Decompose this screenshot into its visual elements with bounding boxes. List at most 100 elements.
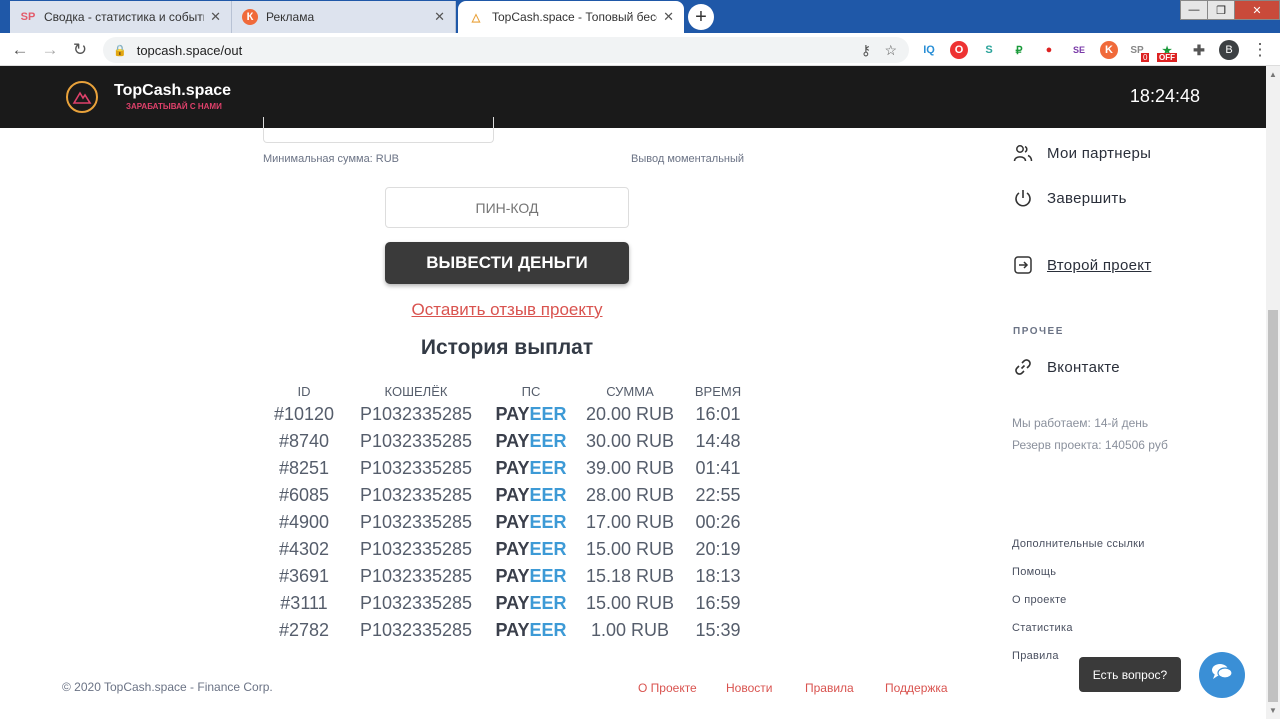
payeer-logo-part: PAY xyxy=(495,404,530,424)
forward-icon[interactable]: → xyxy=(38,38,62,62)
column-header-wallet: КОШЕЛЁК xyxy=(384,384,448,399)
payeer-logo: PAYEER xyxy=(494,566,568,587)
cell-sum: 15.18 RUB xyxy=(585,566,675,586)
column-header-ps: ПС xyxy=(521,384,541,399)
payeer-logo: PAYEER xyxy=(494,431,568,452)
payeer-logo-part: PAY xyxy=(495,512,530,532)
payeer-logo-part: PAY xyxy=(495,485,530,505)
cell-sum: 30.00 RUB xyxy=(585,431,675,451)
reload-icon[interactable]: ↻ xyxy=(68,38,92,62)
withdraw-button[interactable]: ВЫВЕСТИ ДЕНЬГИ xyxy=(385,242,629,284)
amount-field[interactable] xyxy=(263,117,494,143)
cell-id: #10120 xyxy=(273,404,335,424)
back-icon[interactable]: ← xyxy=(8,38,32,62)
close-icon[interactable]: ✕ xyxy=(210,9,221,25)
site-header: TopCash.space ЗАРАБАТЫВАЙ С НАМИ 18:24:4… xyxy=(0,66,1266,128)
sidebar-link-rules[interactable]: Правила xyxy=(1012,650,1059,662)
menu-kebab-icon[interactable]: ⋮ xyxy=(1248,38,1272,62)
footer-link-about[interactable]: О Проекте xyxy=(638,681,697,695)
star-icon[interactable]: ☆ xyxy=(884,42,897,59)
footer-link-support[interactable]: Поддержка xyxy=(885,681,948,695)
table-row: #6085 P1032335285 PAYEER 28.00 RUB 22:55 xyxy=(0,485,1000,512)
sidebar-link-about[interactable]: О проекте xyxy=(1012,594,1067,606)
sp-badge: 0 xyxy=(1141,53,1150,62)
logo-icon[interactable] xyxy=(66,81,98,113)
close-icon[interactable]: ✕ xyxy=(434,9,445,25)
payeer-logo-part: EER xyxy=(529,458,567,478)
close-icon[interactable]: ✕ xyxy=(663,9,674,25)
tab-reklama[interactable]: К Реклама ✕ xyxy=(232,1,456,33)
url-text: topcash.space/out xyxy=(136,42,243,58)
column-header-sum: СУММА xyxy=(606,384,654,399)
payeer-logo: PAYEER xyxy=(494,593,568,614)
payeer-logo-part: EER xyxy=(529,566,567,586)
cell-wallet: P1032335285 xyxy=(359,512,473,532)
leave-review-link[interactable]: Оставить отзыв проекту xyxy=(385,300,629,320)
column-header-id: ID xyxy=(297,384,311,399)
opera-extension-icon[interactable]: O xyxy=(950,41,968,59)
sidebar-item-second-project[interactable]: Второй проект xyxy=(1013,255,1151,275)
maximize-button[interactable]: ❐ xyxy=(1207,0,1235,20)
footer-link-news[interactable]: Новости xyxy=(726,681,772,695)
sidebar-link-help[interactable]: Помощь xyxy=(1012,566,1056,578)
cell-sum: 1.00 RUB xyxy=(590,620,670,640)
footer-link-rules[interactable]: Правила xyxy=(805,681,854,695)
logo-title[interactable]: TopCash.space xyxy=(114,82,231,100)
flag-extension-icon[interactable]: ● xyxy=(1040,41,1058,59)
ruble-extension-icon[interactable]: ₽ xyxy=(1010,41,1028,59)
cell-time: 18:13 xyxy=(695,566,741,586)
table-row: #8740 P1032335285 PAYEER 30.00 RUB 14:48 xyxy=(0,431,1000,458)
minimize-button[interactable]: — xyxy=(1180,0,1208,20)
sidebar-item-logout[interactable]: Завершить xyxy=(1013,188,1127,208)
payeer-logo: PAYEER xyxy=(494,458,568,479)
browser-toolbar: ← → ↻ 🔒 topcash.space/out ⚷ ☆ IQ O S ₽ ●… xyxy=(0,33,1280,66)
min-sum-note: Минимальная сумма: RUB xyxy=(263,153,400,165)
payeer-logo-part: PAY xyxy=(495,620,530,640)
cell-time: 15:39 xyxy=(695,620,741,640)
cell-time: 00:26 xyxy=(695,512,741,532)
extensions-puzzle-icon[interactable]: ✚ xyxy=(1190,41,1208,59)
cell-time: 16:59 xyxy=(695,593,741,613)
key-icon[interactable]: ⚷ xyxy=(861,42,871,59)
se-extension-icon[interactable]: SE xyxy=(1070,41,1088,59)
profile-avatar[interactable]: B xyxy=(1219,40,1239,60)
topcash-favicon-icon: △ xyxy=(471,11,481,24)
chat-button[interactable] xyxy=(1199,652,1245,698)
arrow-right-box-icon xyxy=(1013,255,1033,275)
section-label-other: ПРОЧЕЕ xyxy=(1013,326,1064,337)
cell-time: 20:19 xyxy=(695,539,741,559)
sidebar-link-statistics[interactable]: Статистика xyxy=(1012,622,1073,634)
payeer-logo-part: EER xyxy=(529,485,567,505)
k-extension-icon[interactable]: K xyxy=(1100,41,1118,59)
tab-title: Сводка - статистика и события xyxy=(44,10,205,24)
iq-extension-icon[interactable]: IQ xyxy=(920,41,938,59)
cell-id: #4900 xyxy=(278,512,330,532)
window-close-button[interactable]: ✕ xyxy=(1234,0,1280,20)
cell-id: #3111 xyxy=(280,593,328,613)
payeer-logo-part: EER xyxy=(529,431,567,451)
tab-topcash[interactable]: △ TopCash.space - Топовый бесср ✕ xyxy=(458,1,684,33)
scroll-down-icon[interactable]: ▼ xyxy=(1269,706,1277,715)
scroll-up-icon[interactable]: ▲ xyxy=(1269,70,1277,79)
scroll-thumb[interactable] xyxy=(1268,310,1278,702)
chat-tooltip: Есть вопрос? xyxy=(1079,657,1181,692)
sidebar-item-partners[interactable]: Мои партнеры xyxy=(1013,143,1151,163)
copyright: © 2020 TopCash.space - Finance Corp. xyxy=(62,680,273,694)
table-row: #2782 P1032335285 PAYEER 1.00 RUB 15:39 xyxy=(0,620,1000,647)
link-icon xyxy=(1013,357,1033,377)
payeer-logo-part: PAY xyxy=(495,458,530,478)
payeer-logo: PAYEER xyxy=(494,512,568,533)
payeer-logo-part: EER xyxy=(529,404,567,424)
pin-code-input[interactable] xyxy=(385,187,629,228)
instant-withdraw-note: Вывод моментальный xyxy=(631,153,745,165)
cell-id: #8740 xyxy=(278,431,330,451)
payeer-logo: PAYEER xyxy=(494,485,568,506)
page-scrollbar[interactable]: ▲ ▼ xyxy=(1266,66,1280,719)
cell-wallet: P1032335285 xyxy=(359,620,473,640)
tab-svodka[interactable]: SP Сводка - статистика и события ✕ xyxy=(10,1,232,33)
sync-extension-icon[interactable]: S xyxy=(980,41,998,59)
new-tab-button[interactable]: + xyxy=(688,4,714,30)
sidebar-item-vk[interactable]: Вконтакте xyxy=(1013,357,1120,377)
cell-time: 14:48 xyxy=(695,431,741,451)
address-bar[interactable]: 🔒 topcash.space/out ⚷ ☆ xyxy=(103,37,909,63)
